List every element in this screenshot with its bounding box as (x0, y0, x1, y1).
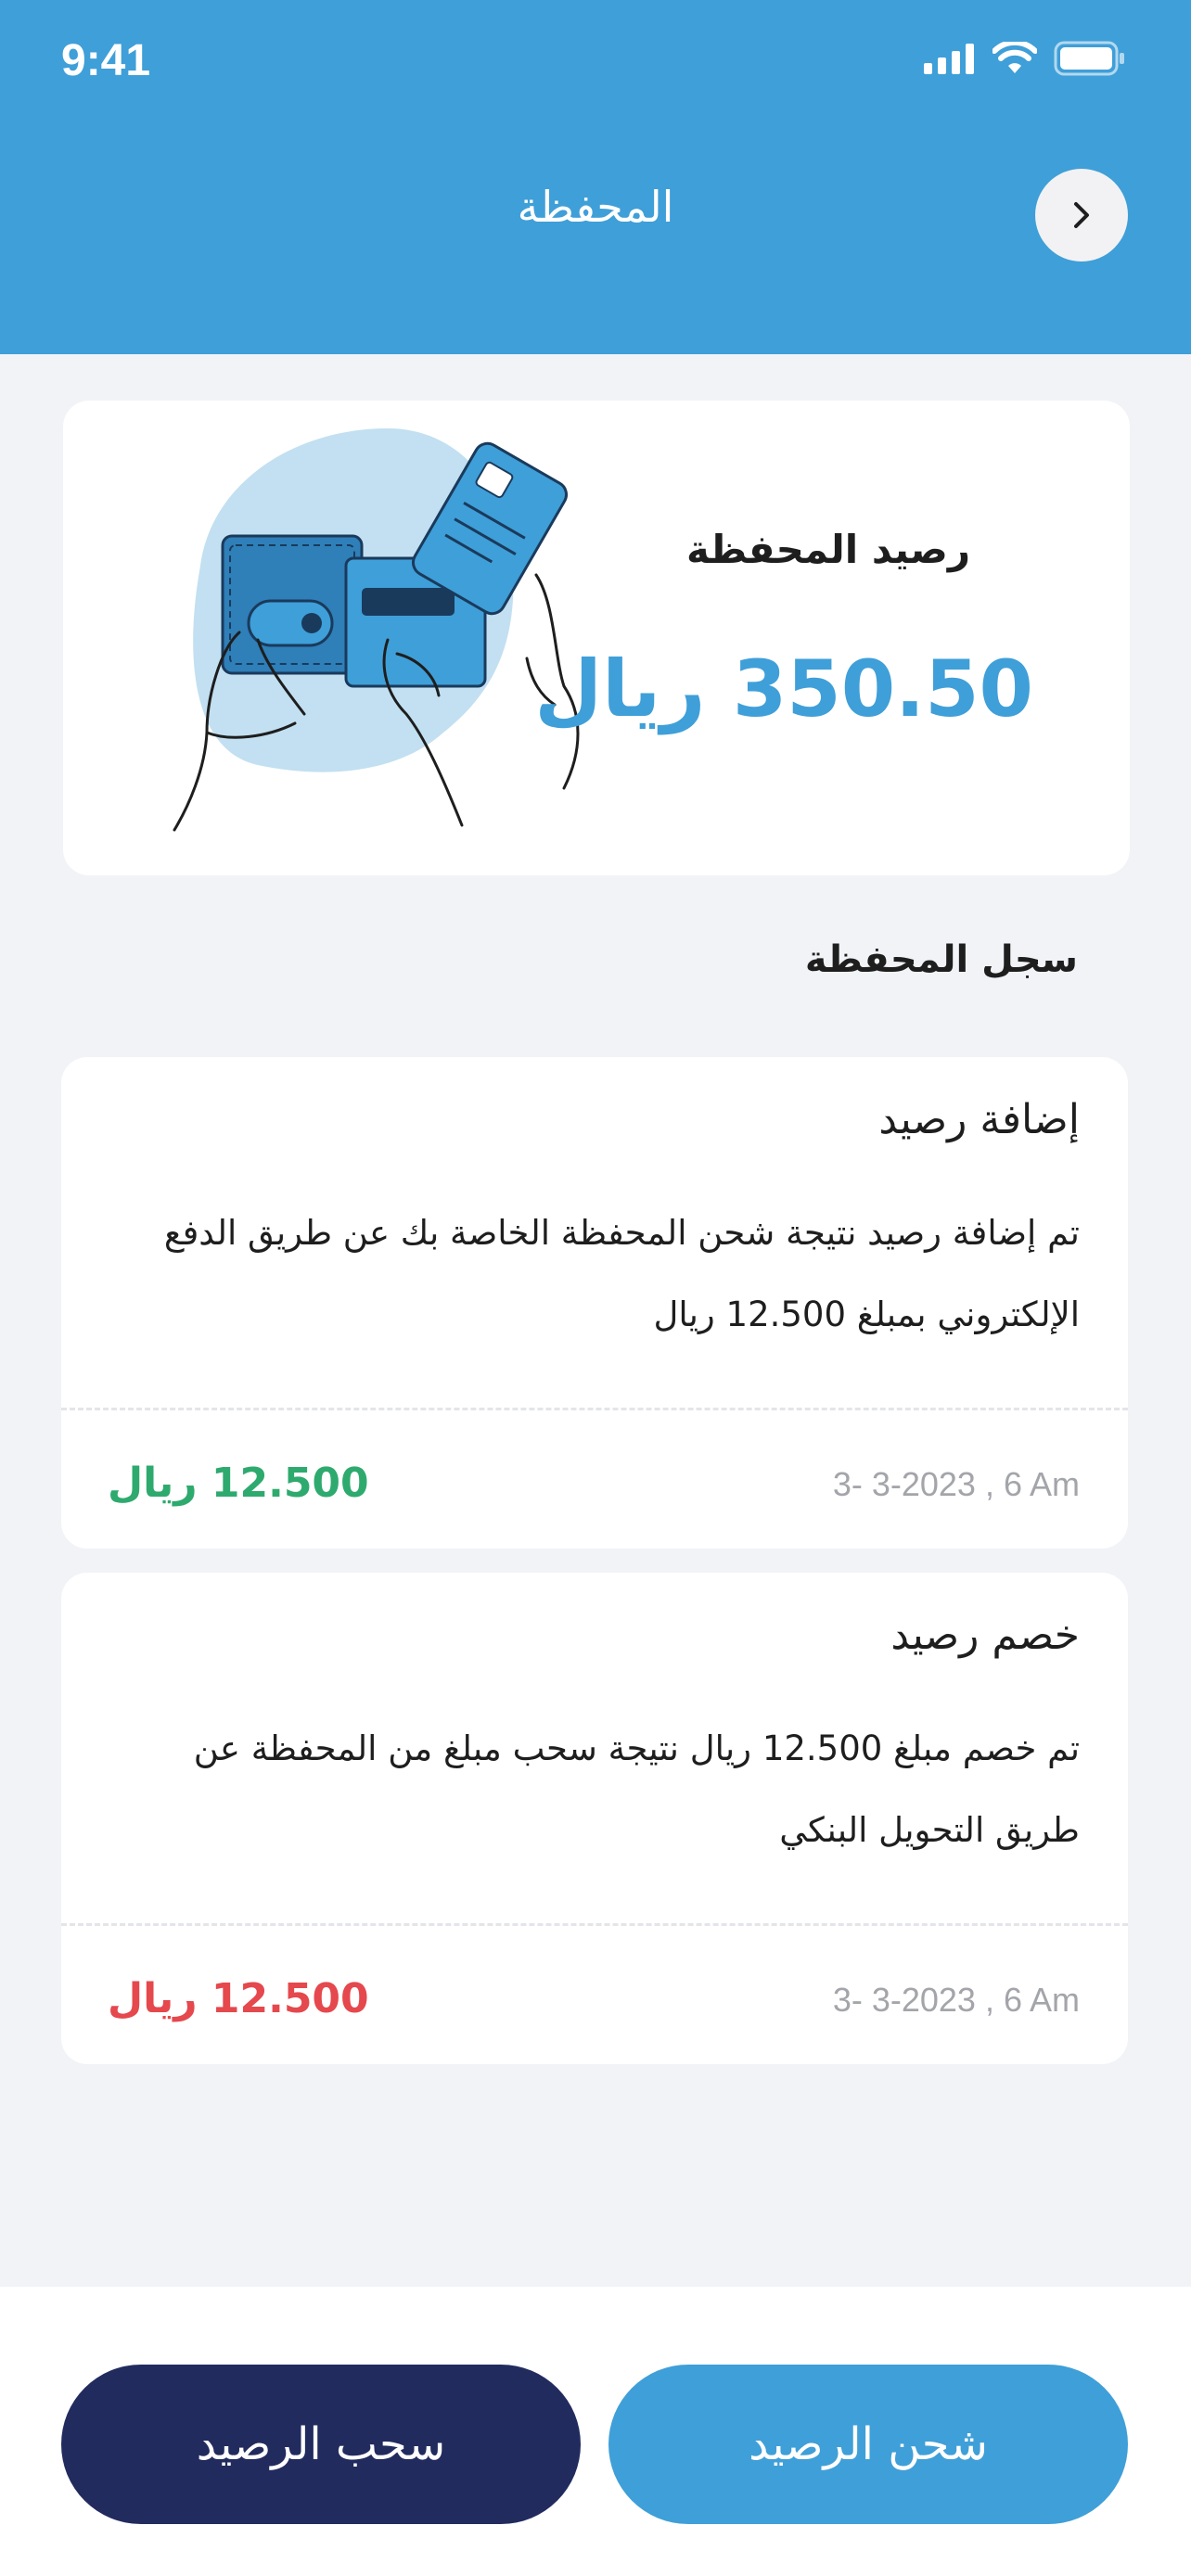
balance-card: رصيد المحفظة 350.50 ريال (63, 401, 1130, 875)
transaction-amount: 12.500 ريال (108, 1975, 369, 2022)
chevron-right-icon (1074, 202, 1089, 228)
transaction-card[interactable]: إضافة رصيد تم إضافة رصيد نتيجة شحن المحف… (61, 1057, 1128, 1549)
transaction-title: إضافة رصيد (878, 1096, 1080, 1143)
balance-label: رصيد المحفظة (686, 527, 970, 572)
wallet-screen: 9:41 المحفظة رصيد المحفظة 350.50 ريال سج… (0, 0, 1191, 2576)
balance-amount: 350.50 ريال (534, 644, 1033, 734)
transaction-description: تم إضافة رصيد نتيجة شحن المحفظة الخاصة ب… (96, 1192, 1080, 1356)
transaction-date: 3- 3-2023 , 6 Am (832, 1981, 1080, 2019)
battery-icon (1054, 41, 1124, 76)
header: 9:41 المحفظة (0, 0, 1191, 354)
signal-icon (924, 44, 974, 74)
wifi-icon (992, 42, 1037, 73)
status-icons (924, 41, 1126, 76)
transaction-description-line: الإلكتروني بمبلغ 12.500 ريال (653, 1294, 1080, 1334)
back-button[interactable] (1035, 169, 1128, 261)
bottom-action-bar: سحب الرصيد شحن الرصيد (0, 2287, 1191, 2576)
status-time: 9:41 (61, 36, 151, 85)
divider (61, 1408, 1128, 1410)
charge-balance-button[interactable]: شحن الرصيد (608, 2365, 1128, 2524)
page-title: المحفظة (517, 182, 674, 232)
transaction-description-line: تم إضافة رصيد نتيجة شحن المحفظة الخاصة ب… (163, 1213, 1080, 1253)
withdraw-balance-button[interactable]: سحب الرصيد (61, 2365, 581, 2524)
transaction-description: تم خصم مبلغ 12.500 ريال نتيجة سحب مبلغ م… (96, 1708, 1080, 1871)
transaction-amount: 12.500 ريال (108, 1460, 369, 1507)
transaction-description-line: تم خصم مبلغ 12.500 ريال نتيجة سحب مبلغ م… (193, 1728, 1080, 1768)
transaction-description-line: طريق التحويل البنكي (779, 1810, 1080, 1850)
transaction-date: 3- 3-2023 , 6 Am (832, 1465, 1080, 1503)
history-title: سجل المحفظة (804, 938, 1078, 981)
transaction-title: خصم رصيد (890, 1612, 1080, 1659)
wallet-illustration (173, 428, 580, 832)
transaction-card[interactable]: خصم رصيد تم خصم مبلغ 12.500 ريال نتيجة س… (61, 1573, 1128, 2064)
divider (61, 1923, 1128, 1926)
